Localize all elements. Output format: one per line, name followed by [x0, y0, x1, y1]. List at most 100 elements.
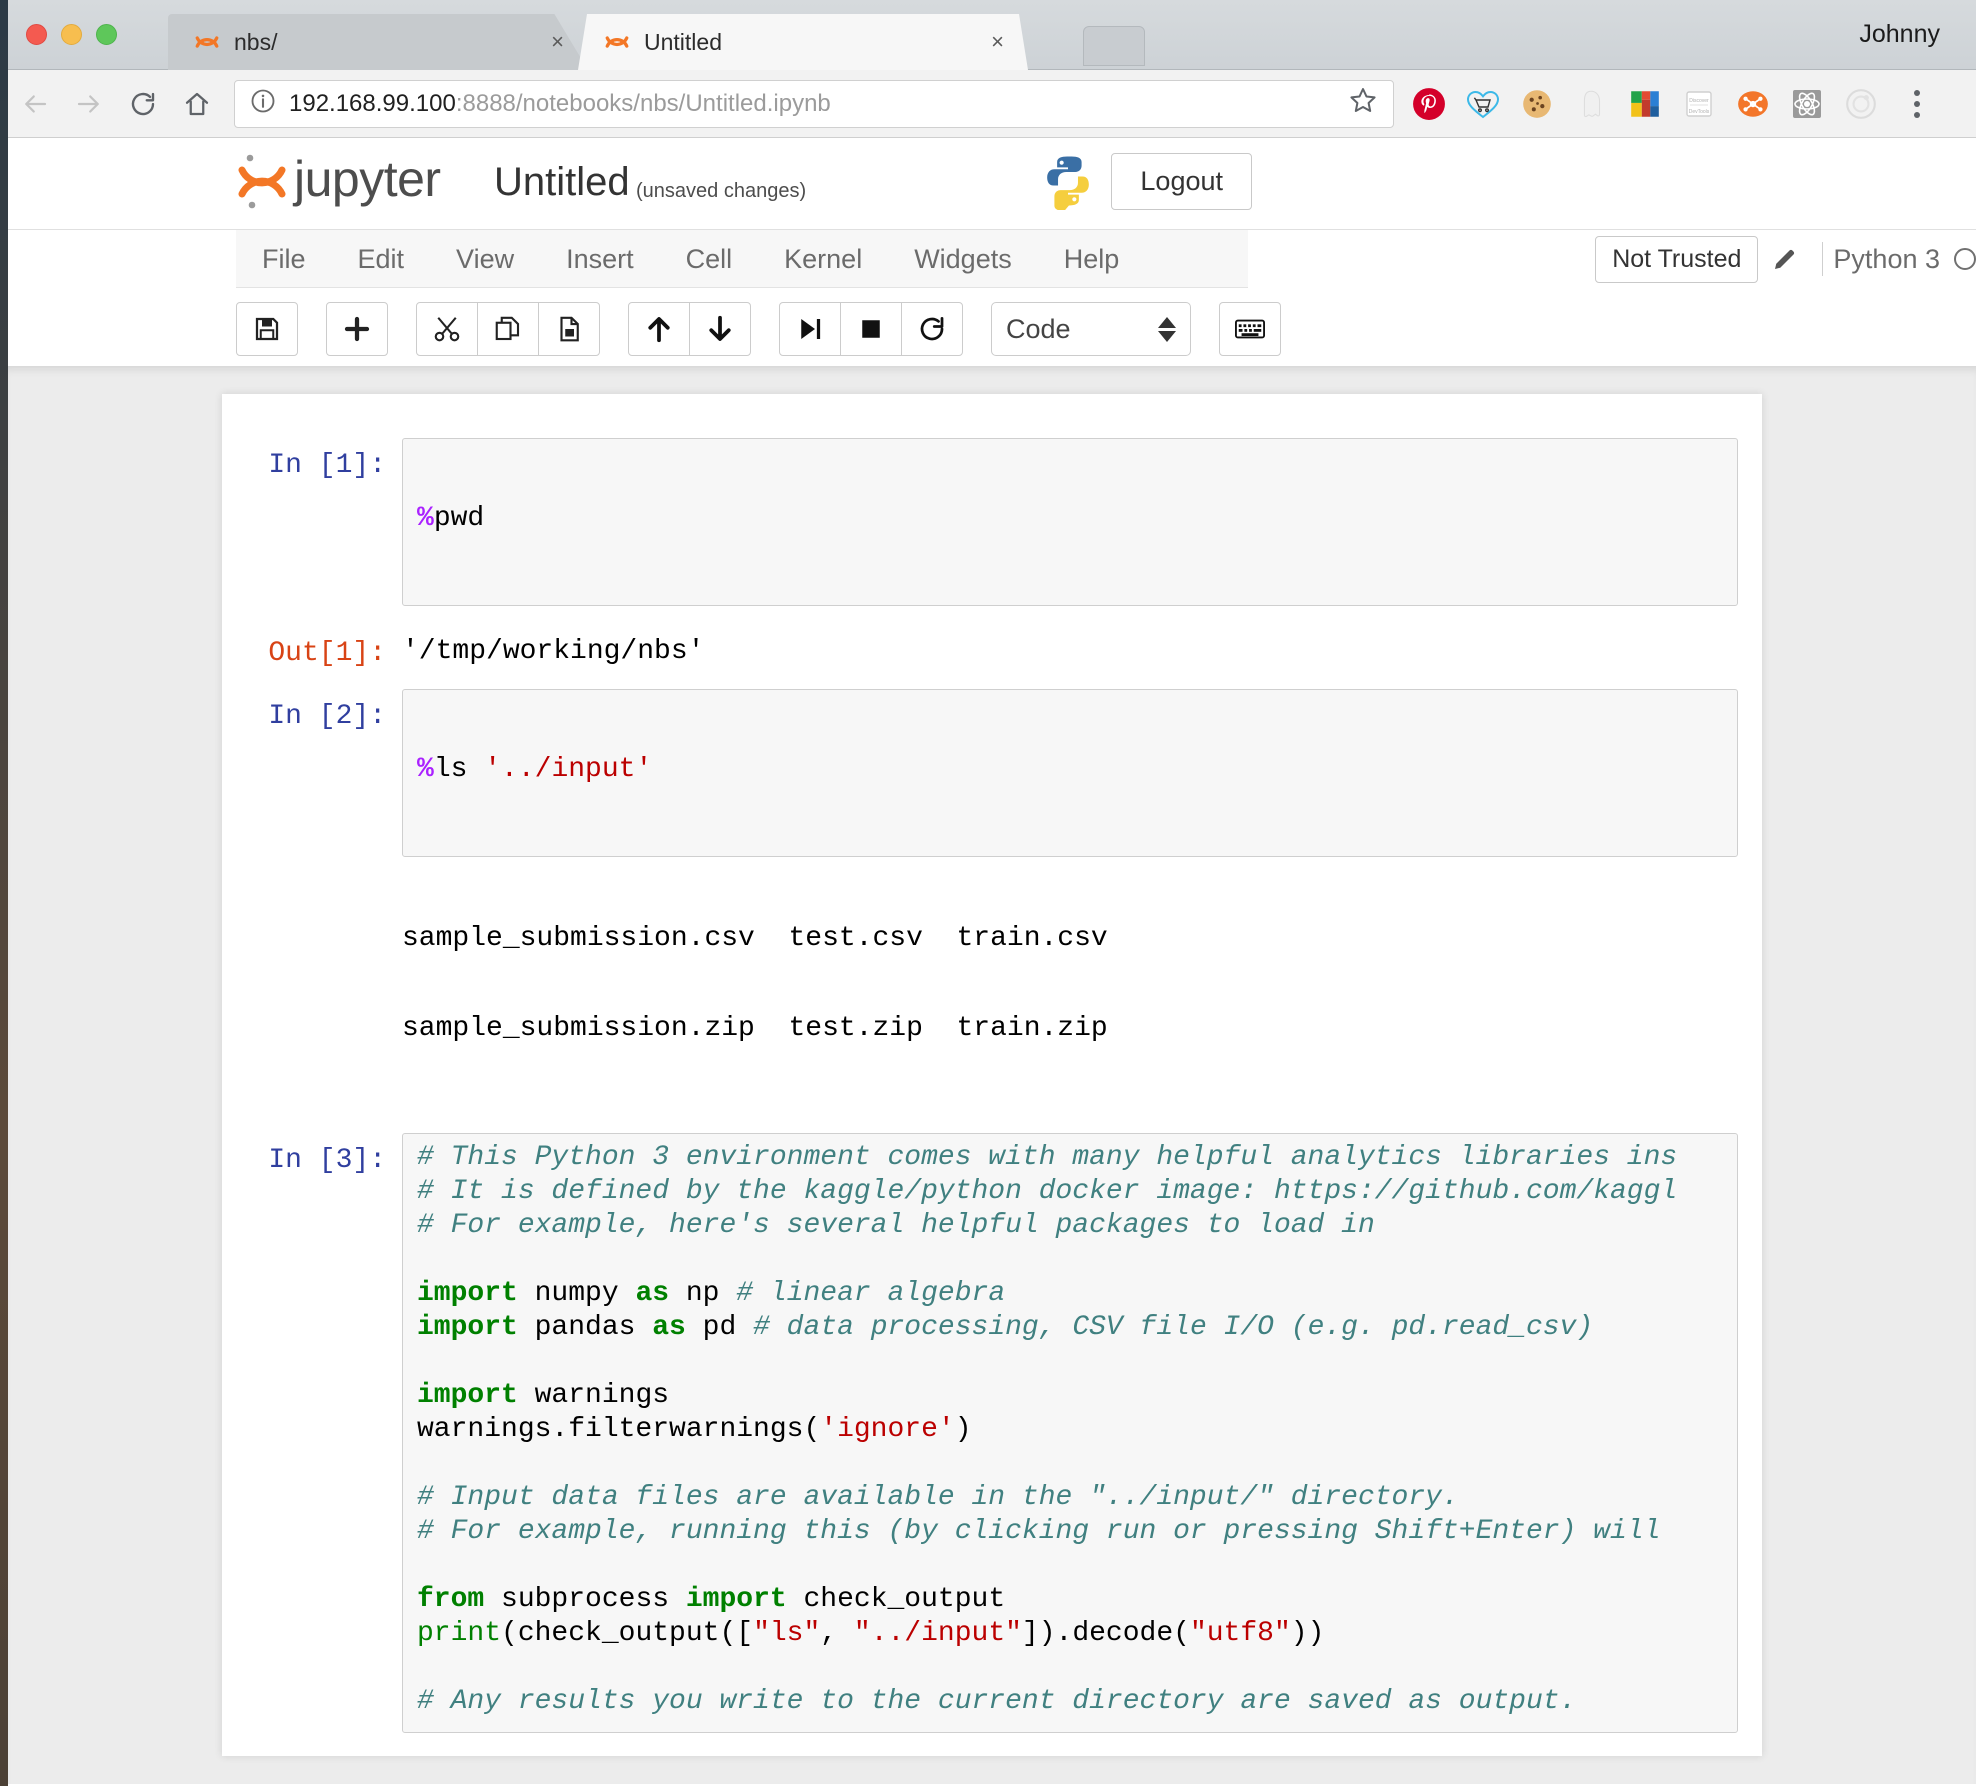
- react-devtools-icon[interactable]: [1780, 77, 1834, 131]
- menu-widgets[interactable]: Widgets: [888, 230, 1038, 288]
- token-str: "ls": [753, 1618, 821, 1649]
- tab-title: Untitled: [644, 28, 722, 55]
- token-magic: %: [417, 754, 434, 785]
- colorful-squares-icon[interactable]: [1618, 77, 1672, 131]
- token-com: # linear algebra: [736, 1278, 1006, 1309]
- new-tab-button[interactable]: [1083, 26, 1145, 66]
- code-cell-2[interactable]: In [2]: %ls '../input': [222, 679, 1762, 867]
- browser-nav-bar: 192.168.99.100:8888/notebooks/nbs/Untitl…: [8, 70, 1976, 138]
- token-com: # It is defined by the kaggle/python doc…: [417, 1176, 1678, 1207]
- menu-help[interactable]: Help: [1038, 230, 1146, 288]
- browser-window: nbs/ × Untitled × Johnny 192.168.99.100:…: [8, 0, 1976, 1786]
- info-circle-icon[interactable]: [249, 87, 277, 120]
- reload-icon[interactable]: [116, 77, 170, 131]
- arrow-up-icon[interactable]: [628, 302, 690, 356]
- menu-edit[interactable]: Edit: [332, 230, 431, 288]
- menu-view[interactable]: View: [430, 230, 540, 288]
- keyboard-icon[interactable]: [1219, 302, 1281, 356]
- arrow-down-icon[interactable]: [689, 302, 751, 356]
- token-plain: check_output: [786, 1584, 1006, 1615]
- token-kw: import: [417, 1278, 518, 1309]
- close-icon[interactable]: ×: [985, 29, 1010, 55]
- browser-tab-untitled[interactable]: Untitled ×: [578, 14, 1028, 70]
- token-com: # Input data files are available in the …: [417, 1482, 1459, 1513]
- toolbar-group-clipboard: [416, 302, 600, 356]
- code-editor[interactable]: %ls '../input': [402, 689, 1738, 857]
- extension-toolbar: Discover DevTools: [1402, 77, 1888, 131]
- menu-kernel[interactable]: Kernel: [758, 230, 888, 288]
- jupyter-notebook-page: jupyter Untitled (unsaved changes) Logou…: [8, 138, 1976, 1784]
- token-kw: import: [417, 1312, 518, 1343]
- svg-text:DevTools: DevTools: [1689, 109, 1710, 115]
- token-plain: pandas: [517, 1312, 653, 1343]
- browser-tab-bar: nbs/ × Untitled × Johnny: [8, 0, 1976, 70]
- ghost-white-icon[interactable]: [1564, 77, 1618, 131]
- close-window-button[interactable]: [26, 24, 47, 45]
- save-floppy-icon[interactable]: [236, 302, 298, 356]
- stop-square-icon[interactable]: [840, 302, 902, 356]
- code-line: %ls '../input': [417, 756, 1723, 790]
- trust-status-badge[interactable]: Not Trusted: [1595, 235, 1759, 283]
- jupyter-brand[interactable]: jupyter: [236, 150, 441, 212]
- token-com: # For example, running this (by clicking…: [417, 1516, 1661, 1547]
- token-plain: warnings: [517, 1380, 670, 1411]
- jupyter-wordmark: jupyter: [294, 151, 441, 207]
- header-right-controls: Logout: [1039, 152, 1252, 211]
- address-bar-url: 192.168.99.100:8888/notebooks/nbs/Untitl…: [289, 90, 1337, 118]
- star-outline-icon[interactable]: [1347, 85, 1379, 122]
- token-plain: numpy: [517, 1278, 636, 1309]
- paste-icon[interactable]: [538, 302, 600, 356]
- orange-molecule-icon[interactable]: [1726, 77, 1780, 131]
- python-logo-icon: [1039, 152, 1097, 211]
- pinterest-icon[interactable]: [1402, 77, 1456, 131]
- token-magic: %: [417, 503, 434, 534]
- token-str: "../input": [853, 1618, 1022, 1649]
- token-kw: import: [685, 1584, 787, 1615]
- code-editor[interactable]: # This Python 3 environment comes with m…: [402, 1133, 1738, 1733]
- logout-button[interactable]: Logout: [1111, 152, 1252, 210]
- kernel-name-label: Python 3: [1833, 243, 1940, 274]
- code-line: import warnings: [417, 1382, 1723, 1416]
- home-icon[interactable]: [170, 77, 224, 131]
- token-plain: ]).decode(: [1021, 1618, 1190, 1649]
- forward-arrow-icon[interactable]: [62, 77, 116, 131]
- menu-insert[interactable]: Insert: [540, 230, 660, 288]
- scissors-icon[interactable]: [416, 302, 478, 356]
- code-cell-1[interactable]: In [1]: %pwd: [222, 428, 1762, 616]
- jupyter-toolbar: Code: [236, 288, 1976, 366]
- token-plain: pd: [685, 1312, 754, 1343]
- cookie-icon[interactable]: [1510, 77, 1564, 131]
- output-line: sample_submission.zip test.zip train.zip: [402, 1013, 1108, 1044]
- maximize-window-button[interactable]: [96, 24, 117, 45]
- notebook-scroll-area[interactable]: In [1]: %pwd Out[1]: '/tmp/working/nbs' …: [8, 366, 1976, 1784]
- discover-devtools-icon[interactable]: Discover DevTools: [1672, 77, 1726, 131]
- token-plain: ): [954, 1414, 972, 1445]
- token-plain: )): [1290, 1618, 1325, 1649]
- restart-circle-icon[interactable]: [901, 302, 963, 356]
- back-arrow-icon[interactable]: [8, 77, 62, 131]
- cell-type-dropdown[interactable]: Code: [991, 302, 1191, 356]
- run-icon[interactable]: [779, 302, 841, 356]
- output-cell-1: Out[1]: '/tmp/working/nbs': [222, 616, 1762, 679]
- toolbar-group-palette: [1219, 302, 1281, 356]
- svg-text:Discover: Discover: [1689, 98, 1709, 104]
- copy-icon[interactable]: [477, 302, 539, 356]
- menu-file[interactable]: File: [236, 230, 332, 288]
- address-bar[interactable]: 192.168.99.100:8888/notebooks/nbs/Untitl…: [234, 79, 1394, 128]
- pencil-icon[interactable]: [1758, 244, 1812, 274]
- browser-tab-nbs[interactable]: nbs/ ×: [168, 14, 588, 70]
- three-dot-menu-icon[interactable]: [1892, 77, 1942, 131]
- code-cell-3[interactable]: In [3]: # This Python 3 environment come…: [222, 1107, 1762, 1743]
- token-kw: as: [635, 1278, 670, 1309]
- minimize-window-button[interactable]: [61, 24, 82, 45]
- token-kw: import: [417, 1380, 518, 1411]
- grey-circle-icon[interactable]: [1834, 77, 1888, 131]
- code-editor[interactable]: %pwd: [402, 438, 1738, 606]
- wishlist-heart-cart-icon[interactable]: [1456, 77, 1510, 131]
- notebook-name[interactable]: Untitled: [494, 160, 630, 205]
- menu-cell[interactable]: Cell: [660, 230, 759, 288]
- plus-icon[interactable]: [326, 302, 388, 356]
- close-icon[interactable]: ×: [545, 29, 570, 55]
